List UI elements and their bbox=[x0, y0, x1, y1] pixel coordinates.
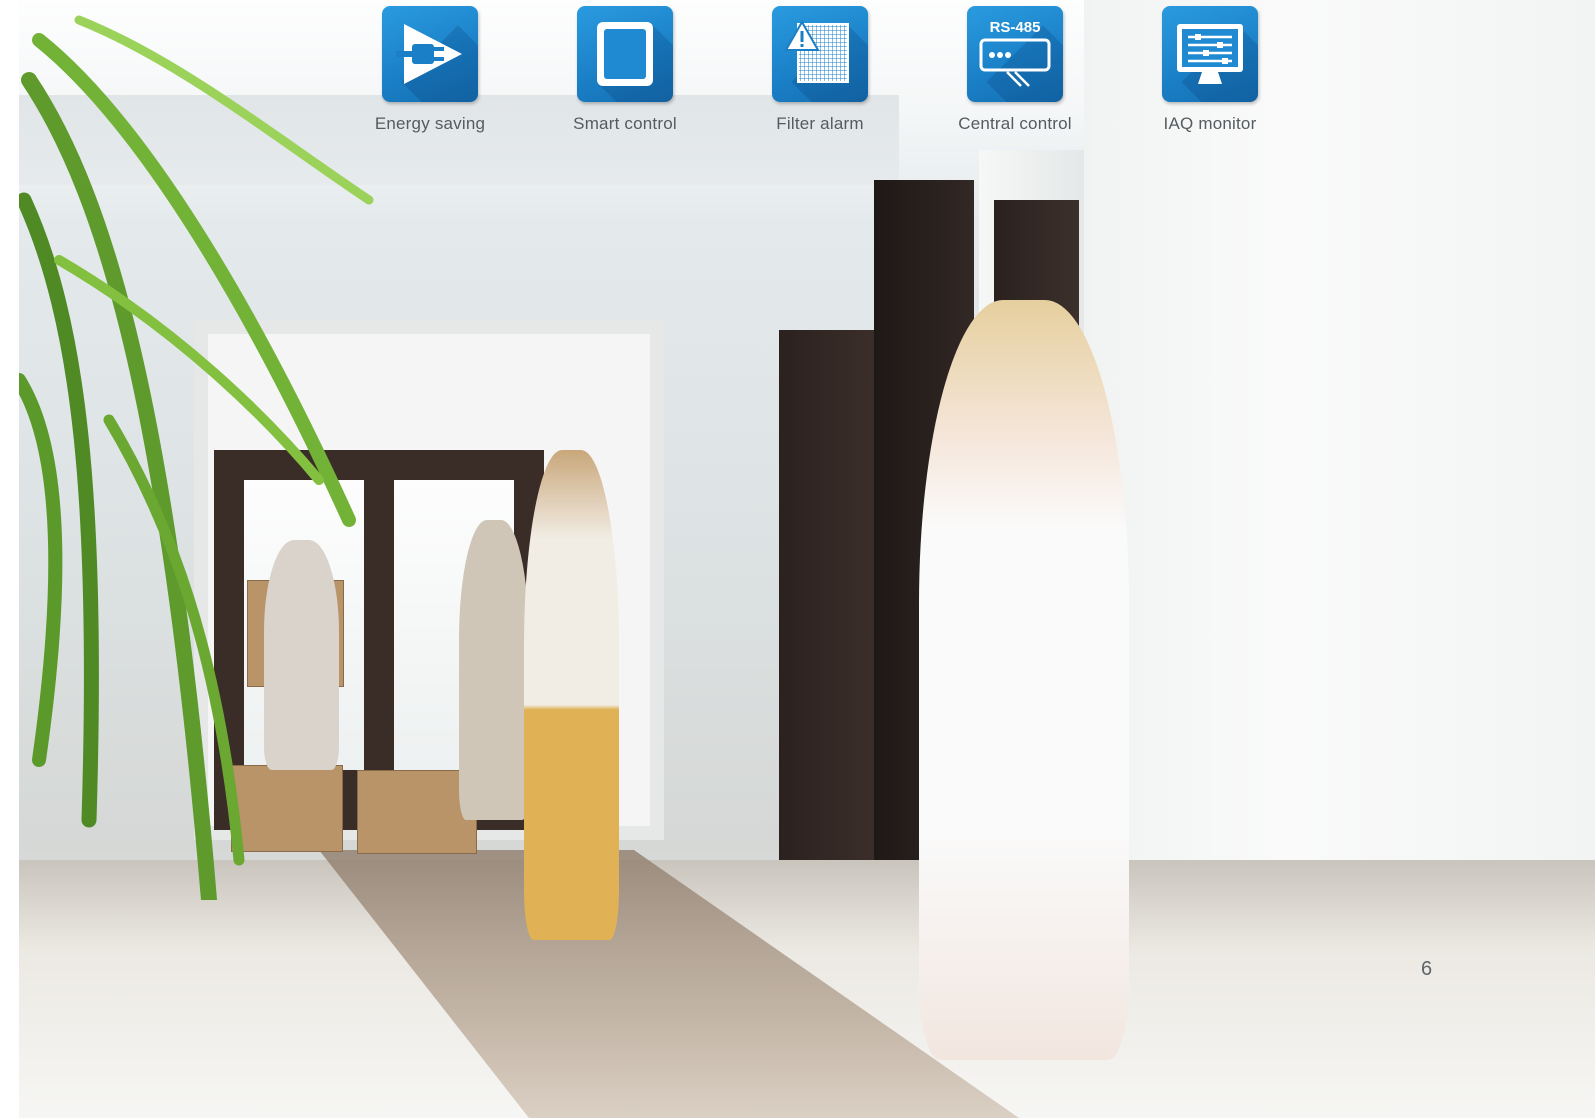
filter-warning-icon bbox=[772, 6, 868, 102]
rs485-label: RS-485 bbox=[990, 19, 1041, 36]
girl-figure bbox=[919, 300, 1129, 1060]
monitor-sliders-icon bbox=[1162, 6, 1258, 102]
feature-label: Central control bbox=[958, 114, 1072, 133]
rs485-controller-icon: RS-485 bbox=[967, 6, 1063, 102]
dark-door bbox=[779, 330, 874, 870]
right-wall bbox=[1084, 0, 1595, 1000]
feature-label: Smart control bbox=[573, 114, 677, 133]
feature-filter-alarm: Filter alarm bbox=[750, 6, 890, 134]
page-number: 6 bbox=[1421, 958, 1433, 980]
plant-leaves bbox=[19, 15, 374, 900]
father-figure bbox=[459, 520, 529, 820]
feature-central-control: RS-485 Central control bbox=[945, 6, 1085, 134]
feature-label: Filter alarm bbox=[776, 114, 864, 133]
brochure-page: Energy saving Smart control Filter alarm… bbox=[0, 0, 1595, 1118]
feature-label: IAQ monitor bbox=[1163, 114, 1257, 133]
feature-icon-row: Energy saving Smart control Filter alarm… bbox=[360, 6, 1280, 146]
boy-figure bbox=[524, 450, 619, 940]
feature-smart-control: Smart control bbox=[555, 6, 695, 134]
family-hallway-photo bbox=[19, 0, 1595, 1118]
feature-label: Energy saving bbox=[374, 114, 486, 133]
feature-energy-saving: Energy saving bbox=[360, 6, 500, 134]
tablet-icon bbox=[577, 6, 673, 102]
plug-play-icon bbox=[382, 6, 478, 102]
feature-iaq-monitor: IAQ monitor bbox=[1140, 6, 1280, 134]
